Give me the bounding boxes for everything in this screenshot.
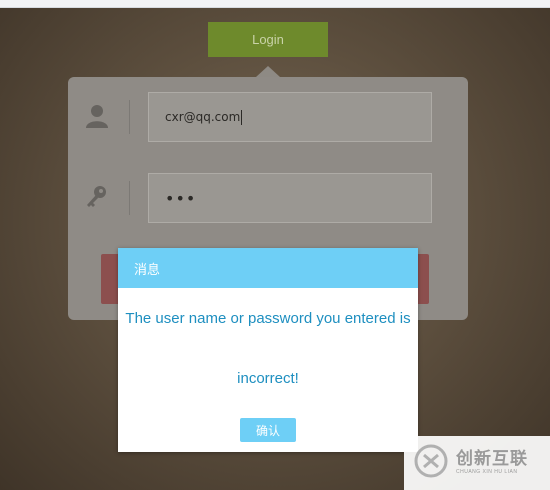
watermark-en: CHUANG XIN HU LIAN [456,469,518,475]
field-separator [129,181,130,215]
username-value: cxr@qq.com [165,110,241,124]
watermark-text: 创新互联 CHUANG XIN HU LIAN [456,450,528,476]
watermark-cn: 创新互联 [456,449,528,469]
tab-pointer [256,66,280,77]
dialog-header: 消息 [118,248,418,288]
password-field[interactable]: ••• [148,173,432,223]
watermark-logo-icon [414,444,448,483]
dialog-message-line2: incorrect! [237,370,299,387]
key-icon [82,182,112,212]
password-mask: ••• [165,188,197,208]
dialog-message-line1: The user name or password you entered is [125,310,411,327]
dialog-title: 消息 [134,262,161,278]
field-separator [129,100,130,134]
text-caret [241,109,243,125]
login-tab[interactable]: Login [208,22,328,57]
watermark: 创新互联 CHUANG XIN HU LIAN [404,436,550,490]
message-dialog: 消息 The user name or password you entered… [118,248,418,452]
browser-top-strip [0,0,550,8]
confirm-button[interactable]: 确认 [240,418,296,442]
username-field[interactable]: cxr@qq.com [148,92,432,142]
user-icon [82,101,112,131]
